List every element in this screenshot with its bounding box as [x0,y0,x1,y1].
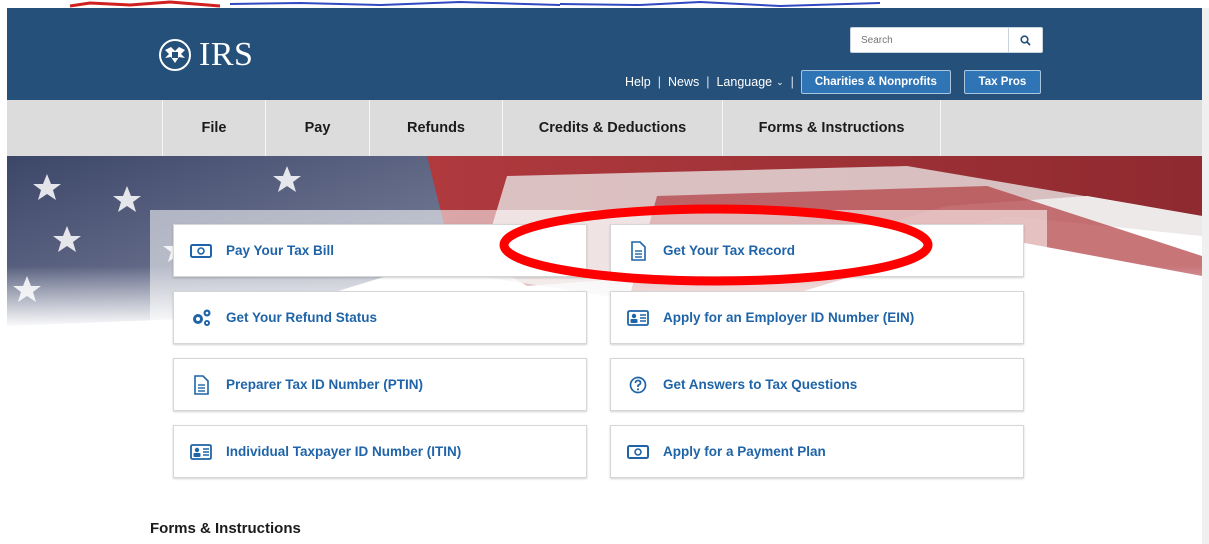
news-link[interactable]: News [668,75,699,89]
money-icon [627,442,649,462]
money-icon [190,241,212,261]
page-scrollbar[interactable] [1202,8,1209,544]
id-card-icon [627,308,649,328]
site-header: IRS Help | News | Language ⌄ | Charities… [7,8,1202,100]
id-card-icon [190,442,212,462]
document-icon [627,240,649,261]
tax-pros-button[interactable]: Tax Pros [963,70,1041,94]
quick-link-label: Preparer Tax ID Number (PTIN) [226,377,424,392]
search-icon [1020,34,1031,46]
quick-link-itin[interactable]: Individual Taxpayer ID Number (ITIN) [173,425,587,478]
search-input[interactable] [850,27,1008,53]
gears-icon [190,308,212,328]
nav-item-credits-deductions[interactable]: Credits & Deductions [503,100,723,156]
search-button[interactable] [1008,27,1043,53]
quick-link-label: Apply for a Payment Plan [663,444,826,459]
forms-instructions-heading: Forms & Instructions [150,520,301,537]
quick-link-get-tax-record[interactable]: Get Your Tax Record [610,224,1024,277]
quick-link-label: Individual Taxpayer ID Number (ITIN) [226,444,462,459]
logo-text: IRS [199,36,254,73]
divider: | [706,75,710,89]
quick-link-ptin[interactable]: Preparer Tax ID Number (PTIN) [173,358,587,411]
quick-link-refund-status[interactable]: Get Your Refund Status [173,291,587,344]
nav-item-forms-instructions[interactable]: Forms & Instructions [723,100,941,156]
nav-item-refunds[interactable]: Refunds [370,100,503,156]
quick-link-pay-tax-bill[interactable]: Pay Your Tax Bill [173,224,587,277]
document-icon [190,374,212,395]
quick-link-label: Apply for an Employer ID Number (EIN) [663,310,915,325]
chevron-down-icon: ⌄ [776,76,784,87]
divider: | [790,75,794,89]
language-dropdown[interactable]: Language ⌄ [716,75,783,89]
annotation-scribble-strip [0,0,1209,8]
nav-item-pay[interactable]: Pay [266,100,370,156]
irs-eagle-logo-icon [159,39,191,71]
language-label: Language [716,75,773,89]
quick-link-apply-ein[interactable]: Apply for an Employer ID Number (EIN) [610,291,1024,344]
quick-link-label: Pay Your Tax Bill [226,243,335,258]
question-circle-icon [627,375,649,395]
search-box [850,27,1043,53]
utility-nav: Help | News | Language ⌄ | Charities & N… [625,70,1041,94]
divider: | [657,75,661,89]
quick-link-label: Get Answers to Tax Questions [663,377,858,392]
quick-link-label: Get Your Tax Record [663,243,796,258]
quick-link-label: Get Your Refund Status [226,310,378,325]
help-link[interactable]: Help [625,75,651,89]
irs-logo[interactable]: IRS [157,38,253,72]
nav-item-file[interactable]: File [162,100,266,156]
quick-link-payment-plan[interactable]: Apply for a Payment Plan [610,425,1024,478]
quick-link-tax-questions[interactable]: Get Answers to Tax Questions [610,358,1024,411]
main-nav: File Pay Refunds Credits & Deductions Fo… [7,100,1202,156]
charities-nonprofits-button[interactable]: Charities & Nonprofits [800,70,951,94]
